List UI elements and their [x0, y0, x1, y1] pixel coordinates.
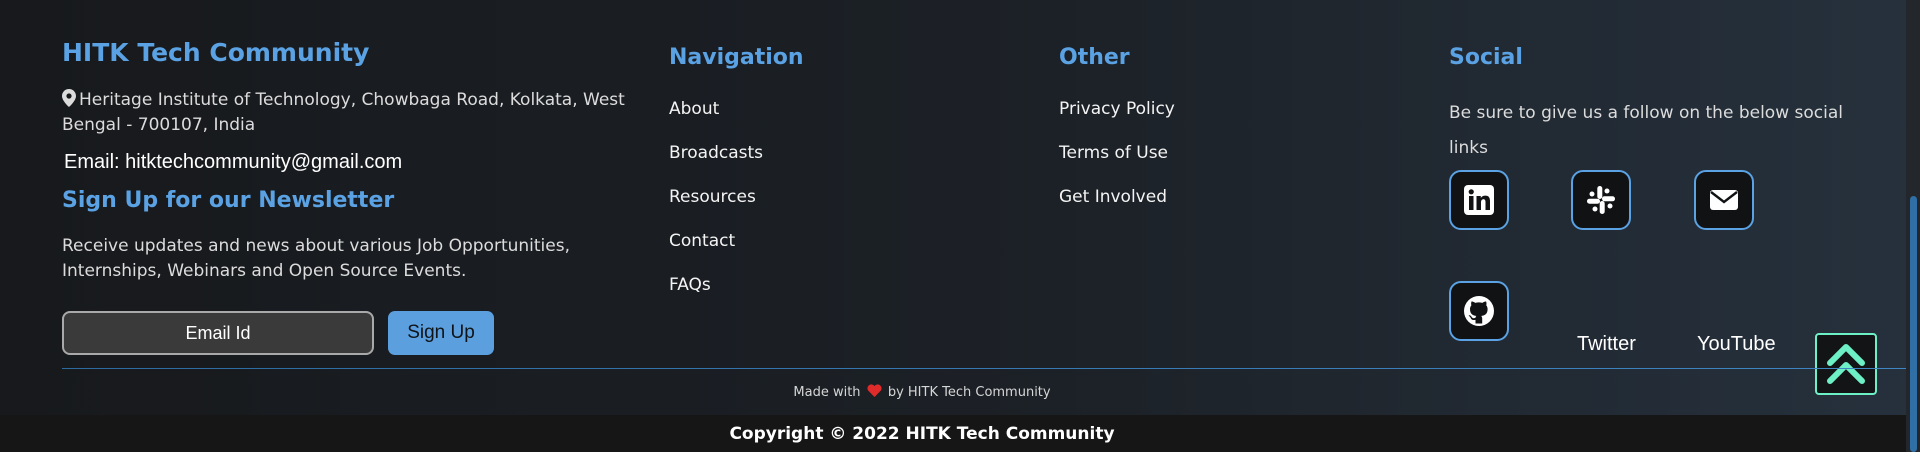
copyright-bar: Copyright © 2022 HITK Tech Community: [0, 415, 1906, 452]
other-title: Other: [1059, 45, 1130, 70]
made-with-suffix: by HITK Tech Community: [887, 385, 1051, 400]
navigation-list: About Broadcasts Resources Contact FAQs: [669, 99, 763, 319]
nav-link-about[interactable]: About: [669, 99, 763, 143]
other-list: Privacy Policy Terms of Use Get Involved: [1059, 99, 1175, 231]
made-with-note: Made with by HITK Tech Community: [0, 384, 1844, 400]
nav-link-faqs[interactable]: FAQs: [669, 275, 763, 319]
page-scrollbar[interactable]: [1906, 0, 1920, 452]
nav-link-broadcasts[interactable]: Broadcasts: [669, 143, 763, 187]
youtube-link[interactable]: YouTube: [1697, 333, 1776, 356]
linkedin-link[interactable]: [1449, 170, 1509, 230]
email-link[interactable]: [1694, 170, 1754, 230]
twitter-link[interactable]: Twitter: [1577, 333, 1636, 356]
location-pin-icon: [62, 89, 76, 107]
social-description: Be sure to give us a follow on the below…: [1449, 103, 1843, 158]
other-link-terms-of-use[interactable]: Terms of Use: [1059, 143, 1175, 187]
newsletter-title: Sign Up for our Newsletter: [62, 188, 395, 213]
social-title: Social: [1449, 45, 1523, 70]
address-text: Heritage Institute of Technology, Chowba…: [62, 90, 625, 135]
github-link[interactable]: [1449, 281, 1509, 341]
slack-link[interactable]: [1571, 170, 1631, 230]
newsletter-email-input[interactable]: [62, 311, 374, 355]
nav-link-resources[interactable]: Resources: [669, 187, 763, 231]
github-icon: [1464, 296, 1494, 326]
brand-title[interactable]: HITK Tech Community: [62, 38, 369, 67]
heart-icon: [867, 384, 882, 397]
made-with-prefix: Made with: [793, 385, 861, 400]
navigation-title: Navigation: [669, 45, 804, 70]
nav-link-contact[interactable]: Contact: [669, 231, 763, 275]
other-link-get-involved[interactable]: Get Involved: [1059, 187, 1175, 231]
scrollbar-thumb[interactable]: [1910, 196, 1917, 452]
contact-email[interactable]: Email: hitktechcommunity@gmail.com: [64, 151, 402, 174]
mail-icon: [1710, 190, 1738, 210]
sign-up-button[interactable]: Sign Up: [388, 311, 494, 355]
site-footer: HITK Tech Community Heritage Institute o…: [0, 0, 1906, 415]
newsletter-description: Receive updates and news about various J…: [62, 236, 570, 281]
double-chevron-up-icon: [1827, 344, 1865, 384]
footer-divider: [62, 368, 1906, 369]
copyright-text: Copyright © 2022 HITK Tech Community: [729, 424, 1115, 444]
address: Heritage Institute of Technology, Chowba…: [62, 88, 632, 138]
linkedin-icon: [1464, 185, 1494, 215]
other-link-privacy-policy[interactable]: Privacy Policy: [1059, 99, 1175, 143]
slack-icon: [1587, 186, 1615, 214]
